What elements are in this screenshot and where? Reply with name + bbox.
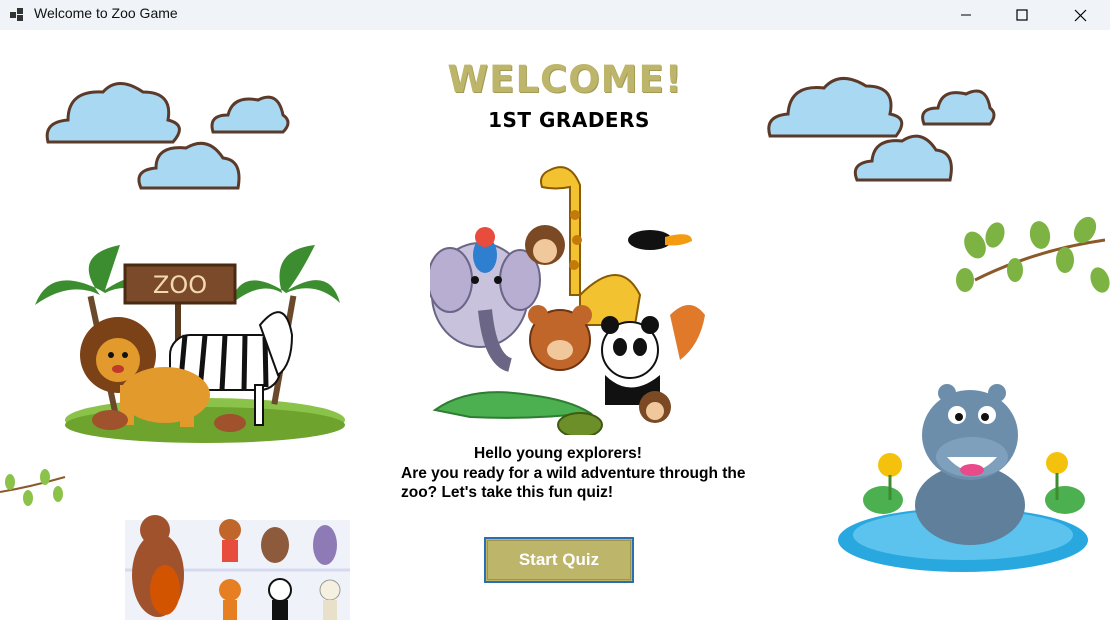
grade-subheading: 1ST GRADERS: [488, 108, 650, 132]
start-quiz-button[interactable]: Start Quiz: [484, 537, 634, 583]
greeting-line: Hello young explorers!: [474, 445, 642, 462]
window-title: Welcome to Zoo Game: [34, 5, 178, 21]
branch-left-illustration: [0, 469, 66, 506]
svg-text:ZOO: ZOO: [153, 271, 207, 299]
close-icon: [1074, 9, 1087, 22]
close-button[interactable]: [1057, 0, 1103, 30]
hippo-pond-illustration: [838, 384, 1088, 572]
maximize-icon: [1016, 9, 1028, 21]
branch-right-illustration: [956, 216, 1110, 293]
animal-group-illustration: [430, 166, 705, 435]
quiz-invite-line: Are you ready for a wild adventure throu…: [401, 464, 746, 502]
zoo-sign-lion-zebra-illustration: ZOO: [35, 245, 345, 443]
app-window-icon: [9, 7, 25, 23]
minimize-button[interactable]: [943, 0, 989, 30]
welcome-heading: WELCOME!: [447, 58, 683, 101]
animal-band-illustration: [125, 515, 350, 620]
title-bar: Welcome to Zoo Game: [0, 0, 1110, 30]
welcome-screen: WELCOME! 1ST GRADERS ZOO Hello young exp…: [0, 30, 1110, 629]
minimize-icon: [960, 9, 972, 21]
welcome-message: Hello young explorers! Are you ready for…: [401, 444, 781, 503]
maximize-button[interactable]: [999, 0, 1045, 30]
